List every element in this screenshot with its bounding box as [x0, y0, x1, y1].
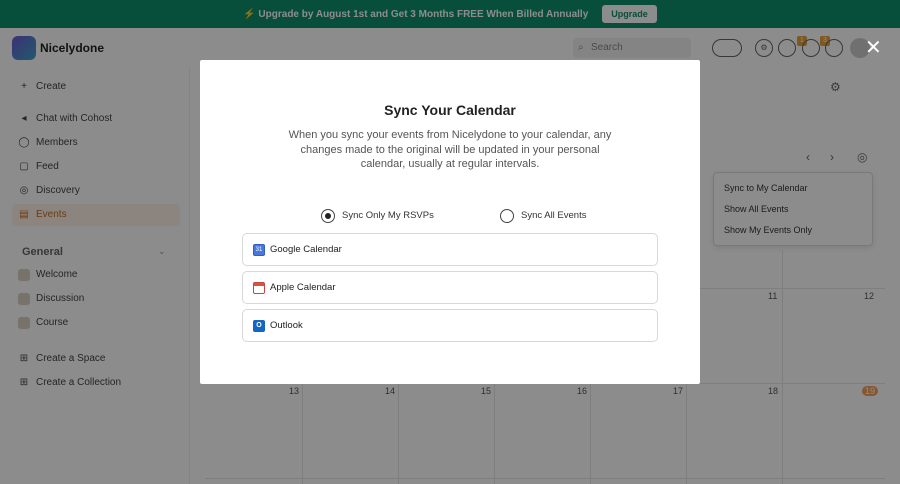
radio-button[interactable] [500, 209, 514, 223]
apple-calendar-icon [253, 282, 265, 294]
radio-button-selected[interactable] [321, 209, 335, 223]
option-label: Outlook [270, 320, 303, 331]
close-icon[interactable]: ✕ [865, 38, 882, 58]
option-label: Google Calendar [270, 244, 342, 255]
sync-calendar-modal: Sync Your Calendar When you sync your ev… [200, 60, 700, 384]
apple-calendar-button[interactable]: Apple Calendar [242, 271, 658, 304]
option-label: Apple Calendar [270, 282, 336, 293]
google-calendar-button[interactable]: 31 Google Calendar [242, 233, 658, 266]
radio-label: Sync All Events [521, 210, 587, 221]
radio-label: Sync Only My RSVPs [342, 210, 434, 221]
outlook-icon: O [253, 320, 265, 332]
google-calendar-icon: 31 [253, 244, 265, 256]
modal-description: When you sync your events from Nicelydon… [288, 129, 612, 170]
outlook-button[interactable]: O Outlook [242, 309, 658, 342]
modal-title: Sync Your Calendar [384, 102, 516, 118]
